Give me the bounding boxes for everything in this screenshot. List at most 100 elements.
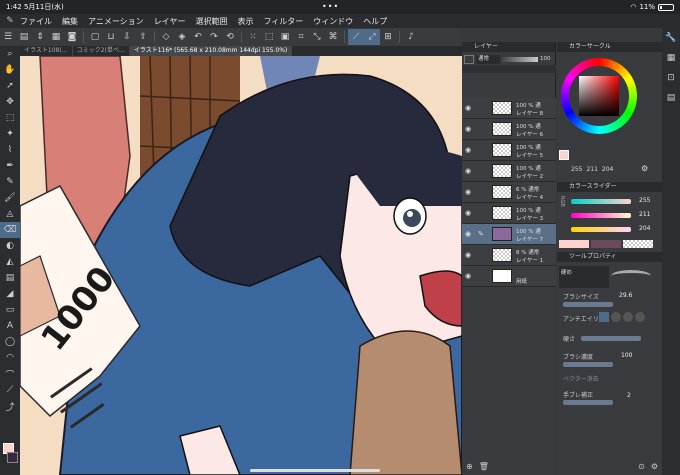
eye-icon[interactable]: ◉ xyxy=(465,125,471,133)
eye-icon[interactable]: ◉ xyxy=(465,230,471,238)
tab-illust108[interactable]: イラスト108(… xyxy=(20,46,73,56)
eye-icon[interactable]: ◉ xyxy=(465,209,471,217)
layer-row-paper[interactable]: ◉ 用紙 xyxy=(462,266,556,287)
background-color-swatch[interactable] xyxy=(7,452,18,463)
eye-icon[interactable]: ◉ xyxy=(465,146,471,154)
frame-icon[interactable]: ▭ xyxy=(0,302,20,318)
tool-preset-preview[interactable]: 硬め xyxy=(559,266,609,288)
crop-icon[interactable]: ⌗ xyxy=(293,29,309,45)
eye-icon[interactable]: ◉ xyxy=(465,272,471,280)
density-value[interactable]: 100 xyxy=(621,352,632,359)
layer-row[interactable]: ◉ 8 % 通常 レイヤー 1 xyxy=(462,245,556,266)
b-slider[interactable] xyxy=(571,227,631,232)
menu-help[interactable]: ヘルプ xyxy=(363,16,387,27)
grid-icon[interactable]: ▦ xyxy=(48,29,64,45)
density-slider[interactable] xyxy=(563,362,613,367)
sv-square[interactable] xyxy=(579,76,619,116)
eye-icon[interactable]: ◉ xyxy=(465,188,471,196)
menu-layer[interactable]: レイヤー xyxy=(154,16,186,27)
deselect-icon[interactable]: ⁙ xyxy=(245,29,261,45)
brush-size-slider[interactable] xyxy=(563,302,613,307)
home-indicator[interactable] xyxy=(250,469,380,472)
g-slider[interactable] xyxy=(571,213,631,218)
figure-icon[interactable]: ◢ xyxy=(0,286,20,302)
airbrush-icon[interactable]: ◬ xyxy=(0,206,20,222)
rotate-icon[interactable]: ⟲ xyxy=(222,29,238,45)
new-layer-icon[interactable]: ⊕ xyxy=(466,462,473,471)
tab-illust116[interactable]: イラスト116* (565.68 x 210.08mm 144dpi 155.0… xyxy=(129,46,293,56)
r-slider[interactable] xyxy=(571,199,631,204)
app-logo-icon[interactable]: ✎ xyxy=(0,16,20,26)
eye-icon[interactable]: ◉ xyxy=(465,251,471,259)
layer-row[interactable]: ◉ 100 % 通レイヤー 6 xyxy=(462,119,556,140)
move-layer-icon[interactable]: ✥ xyxy=(0,94,20,110)
undo-icon[interactable]: ↶ xyxy=(190,29,206,45)
tool-settings-icon[interactable]: ⚙ xyxy=(651,462,658,471)
layer-row[interactable]: ◉ 100 % 通レイヤー 3 xyxy=(462,203,556,224)
material-icon[interactable]: ▦ xyxy=(662,48,680,68)
layer-row[interactable]: ◉ 6 % 通常 レイヤー 4 xyxy=(462,182,556,203)
hue-ring[interactable] xyxy=(561,58,637,134)
hand-icon[interactable]: ✋ xyxy=(0,62,20,78)
lasso-icon[interactable]: ◠ xyxy=(0,350,20,366)
blend-mode-select[interactable]: 通常 xyxy=(476,54,500,64)
drawing-canvas[interactable]: 1000 xyxy=(20,56,462,475)
delete-layer-icon[interactable]: 🗑 xyxy=(479,462,489,471)
transform-icon[interactable]: ⤡ xyxy=(309,29,325,45)
save-icon[interactable]: ⇩ xyxy=(119,29,135,45)
layer-mode-icon[interactable] xyxy=(464,54,474,64)
menu-file[interactable]: ファイル xyxy=(20,16,52,27)
zoom-icon[interactable]: ⌕ xyxy=(0,46,20,62)
hamburger-menu-icon[interactable]: ☰ xyxy=(0,29,16,45)
b-value[interactable]: 204 xyxy=(639,225,650,232)
operation-icon[interactable]: ➚ xyxy=(0,78,20,94)
brush-size-value[interactable]: 29.6 xyxy=(619,292,632,299)
slider-mode[interactable]: RGB xyxy=(559,196,565,207)
invert-selection-icon[interactable]: ⬚ xyxy=(261,29,277,45)
menu-edit[interactable]: 編集 xyxy=(62,16,78,27)
multitask-dots-icon[interactable]: ••• xyxy=(322,2,339,11)
smart-smoothing-icon[interactable]: ♪ xyxy=(403,29,419,45)
auto-select-icon[interactable]: ✦ xyxy=(0,126,20,142)
menu-selection[interactable]: 選択範囲 xyxy=(195,16,227,27)
stabilize-value[interactable]: 2 xyxy=(627,392,631,399)
layer-row[interactable]: ◉ 100 % 通レイヤー 2 xyxy=(462,161,556,182)
grid-snap-icon[interactable]: ⊞ xyxy=(380,29,396,45)
balloon-icon[interactable]: ◯ xyxy=(0,334,20,350)
blend-icon[interactable]: ◐ xyxy=(0,238,20,254)
canvas-switch-icon[interactable]: ▤ xyxy=(16,29,32,45)
navigator-icon[interactable]: ⊡ xyxy=(662,68,680,88)
r-value[interactable]: 255 xyxy=(639,197,650,204)
export-icon[interactable]: ⇧ xyxy=(135,29,151,45)
pencil-icon[interactable]: ✎ xyxy=(0,174,20,190)
clear-icon[interactable]: ◇ xyxy=(158,29,174,45)
color-swatches[interactable] xyxy=(0,441,20,467)
eraser-icon[interactable]: ⌫ xyxy=(0,222,20,238)
antialias-options[interactable] xyxy=(599,312,645,322)
select-all-icon[interactable]: ▣ xyxy=(277,29,293,45)
text-icon[interactable]: A xyxy=(0,318,20,334)
wrench-icon[interactable]: 🔧 xyxy=(662,28,680,48)
opacity-slider[interactable] xyxy=(502,56,538,62)
fill-bucket-icon[interactable]: ◭ xyxy=(0,254,20,270)
opacity-value[interactable]: 100 xyxy=(540,56,551,62)
pen-icon[interactable]: ✒ xyxy=(0,158,20,174)
layer-row[interactable]: ◉ 100 % 通レイヤー 5 xyxy=(462,140,556,161)
special-ruler-icon[interactable]: ⤢ xyxy=(364,29,380,45)
layer-property-icon[interactable]: ▤ xyxy=(662,88,680,108)
g-value[interactable]: 211 xyxy=(639,211,650,218)
brush-icon[interactable]: 🖌 xyxy=(0,190,20,206)
layer-row[interactable]: ◉ 100 % 通レイヤー 8 xyxy=(462,98,556,119)
layer-row-selected[interactable]: ◉ ✎ 100 % 通レイヤー 7 xyxy=(462,224,556,245)
open-file-icon[interactable]: ⊔ xyxy=(103,29,119,45)
redo-icon[interactable]: ↷ xyxy=(206,29,222,45)
eyedropper-icon[interactable]: ⌇ xyxy=(0,142,20,158)
stabilize-slider[interactable] xyxy=(563,400,613,405)
download-icon[interactable]: ⊙ xyxy=(638,462,645,471)
ruler-icon[interactable]: ⟋ xyxy=(0,382,20,398)
camera-icon[interactable]: ◙ xyxy=(64,29,80,45)
hardness-slider[interactable] xyxy=(581,336,641,341)
eye-icon[interactable]: ◉ xyxy=(465,167,471,175)
gradient-icon[interactable]: ▤ xyxy=(0,270,20,286)
ruler-snap-icon[interactable]: ⟋ xyxy=(348,29,364,45)
